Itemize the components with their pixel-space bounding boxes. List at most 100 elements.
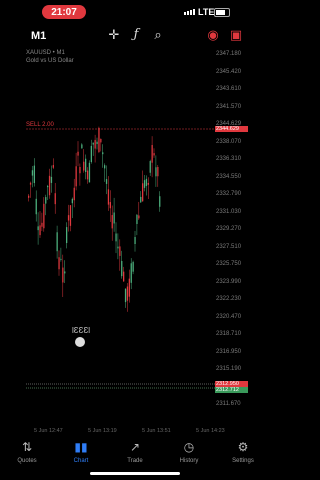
candle-body	[157, 166, 159, 177]
candle-body	[117, 246, 119, 249]
status-time: 21:07	[42, 5, 86, 19]
candle-body	[119, 246, 121, 256]
candle-body	[81, 144, 83, 149]
price-axis-label: 2323.990	[216, 278, 242, 285]
time-label: 5 Jun 14:23	[196, 428, 225, 434]
price-axis-label: 2336.310	[216, 156, 242, 162]
candle-body	[41, 222, 43, 227]
price-axis-label: 2325.750	[216, 261, 242, 267]
candle-body	[71, 198, 73, 204]
candle-body	[104, 165, 106, 169]
candle-body	[83, 161, 85, 171]
candle-body	[33, 165, 35, 184]
candle-body	[115, 233, 117, 242]
candle-body	[138, 215, 140, 219]
price-chart[interactable]: 2347.180 2345.420 2343.610 2341.570 2344.629…	[0, 46, 270, 426]
candle-body	[130, 263, 132, 283]
candle-body	[143, 180, 146, 188]
candle-body	[62, 267, 64, 283]
trade-icon[interactable]: ◉	[205, 27, 221, 43]
battery-icon	[214, 8, 230, 17]
price-axis-label: 2327.510	[216, 243, 242, 250]
nav-quotes[interactable]: ⇅ Quotes	[0, 438, 54, 480]
candle-body	[39, 225, 41, 236]
signal-icon	[184, 9, 195, 15]
candle-body	[66, 227, 68, 244]
candle-body	[47, 186, 49, 188]
candle-body	[29, 182, 32, 185]
price-axis-label: 2320.470	[216, 313, 242, 320]
price-axis-label: 2322.230	[216, 296, 242, 302]
nav-label: Settings	[232, 458, 254, 464]
candle-body	[151, 145, 153, 163]
candle-body	[73, 187, 75, 201]
price-axis-label: 2316.950	[216, 348, 242, 355]
candle-body	[134, 236, 136, 245]
candle-body	[155, 167, 157, 177]
nav-label: History	[179, 458, 199, 464]
settings-icon: ⚙	[237, 440, 249, 454]
candle-body	[121, 261, 123, 277]
price-axis-label: 2311.670	[216, 401, 241, 407]
quotes-icon: ⇅	[21, 440, 33, 454]
price-axis-label: 2338.070	[216, 138, 242, 145]
candle-body	[58, 257, 60, 270]
nav-settings[interactable]: ⚙ Settings	[216, 438, 270, 480]
chart-icon: ▮▮	[74, 440, 88, 454]
candle-body	[92, 142, 94, 145]
price-axis-label: 2318.710	[216, 331, 242, 337]
price-axis-label: 2343.610	[216, 86, 242, 92]
candle-body	[28, 195, 30, 198]
price-axis-label: 2347.180	[216, 51, 242, 57]
candle-body	[54, 193, 56, 205]
candle-body	[132, 261, 134, 272]
time-label: 5 Jun 13:51	[142, 428, 171, 434]
sell-price-tag: 2344.629	[215, 126, 248, 132]
trade-icon: ↗	[129, 440, 141, 454]
candle-body	[159, 196, 161, 207]
nav-label: Trade	[127, 458, 143, 464]
price-axis-label: 2329.270	[216, 226, 242, 232]
objects-icon[interactable]: ⌕	[150, 27, 166, 43]
home-indicator	[90, 472, 180, 475]
candle-body	[43, 203, 45, 229]
time-label: 5 Jun 13:19	[88, 428, 117, 434]
candle-body	[142, 183, 144, 202]
candle-body	[94, 139, 96, 149]
price-axis-label: 2345.420	[216, 68, 242, 75]
candle-body	[140, 196, 142, 203]
candle-body	[109, 202, 111, 209]
candle-body	[67, 215, 70, 221]
nav-label: Quotes	[17, 458, 37, 464]
candle-body	[105, 179, 108, 184]
candle-body	[48, 175, 51, 196]
crosshair-icon[interactable]: ✛	[106, 27, 122, 43]
function-icon[interactable]: ƒ	[128, 27, 144, 43]
candle-body	[126, 286, 129, 301]
timeframe-button[interactable]: M1	[31, 30, 46, 42]
sell-order-label: SELL 2.00	[26, 122, 54, 128]
candle-body	[96, 141, 98, 145]
price-axis-label: 2332.790	[216, 191, 242, 197]
candle-body	[35, 198, 37, 215]
candle-body	[107, 189, 110, 205]
candle-body	[77, 151, 79, 156]
price-axis-label: 2334.550	[216, 173, 242, 180]
candle-body	[85, 158, 87, 172]
price-axis-label: 2341.570	[216, 103, 242, 110]
candle-body	[147, 182, 149, 185]
candle-body	[124, 288, 127, 303]
candle-body	[123, 271, 125, 282]
candle-body	[50, 176, 53, 183]
candle-body	[98, 127, 100, 153]
candle-body	[79, 166, 81, 174]
candle-body	[149, 161, 151, 173]
ask-price-tag: 2312.712	[215, 387, 248, 393]
candle-body	[113, 212, 115, 224]
candle-body	[37, 226, 39, 231]
candle-body	[100, 138, 102, 143]
candle-body	[31, 170, 34, 176]
candle-body	[102, 152, 104, 155]
candle-body	[86, 170, 89, 180]
settings-flag-icon[interactable]: ▣	[228, 27, 244, 43]
